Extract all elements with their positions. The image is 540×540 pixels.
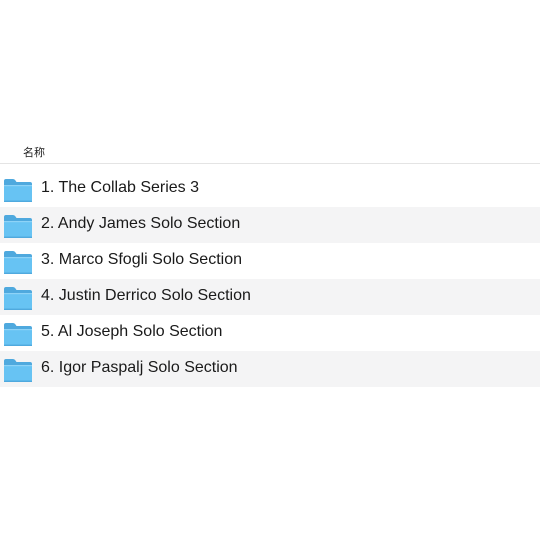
folder-name: 4. Justin Derrico Solo Section (41, 287, 251, 304)
list-item-folder-3[interactable]: 3. Marco Sfogli Solo Section (0, 243, 540, 279)
folder-name: 1. The Collab Series 3 (41, 179, 200, 196)
column-header-name[interactable]: 名称 (0, 138, 540, 164)
folder-name: 2. Andy James Solo Section (41, 215, 241, 232)
file-list: 1. The Collab Series 3 2. Andy James Sol… (0, 171, 540, 387)
list-item-folder-1[interactable]: 1. The Collab Series 3 (0, 171, 540, 207)
folder-name: 5. Al Joseph Solo Section (41, 323, 223, 340)
column-header-label: 名称 (23, 146, 45, 159)
folder-icon (4, 251, 32, 274)
list-item-folder-2[interactable]: 2. Andy James Solo Section (0, 207, 540, 243)
folder-icon (4, 287, 32, 310)
folder-icon (4, 359, 32, 382)
folder-name: 3. Marco Sfogli Solo Section (41, 251, 242, 268)
folder-icon (4, 323, 32, 346)
finder-window: 名称 1. The Collab Series 3 2. Andy James … (0, 0, 540, 540)
folder-icon (4, 179, 32, 202)
list-item-folder-5[interactable]: 5. Al Joseph Solo Section (0, 315, 540, 351)
folder-name: 6. Igor Paspalj Solo Section (41, 359, 238, 376)
list-item-folder-6[interactable]: 6. Igor Paspalj Solo Section (0, 351, 540, 387)
list-item-folder-4[interactable]: 4. Justin Derrico Solo Section (0, 279, 540, 315)
folder-icon (4, 215, 32, 238)
